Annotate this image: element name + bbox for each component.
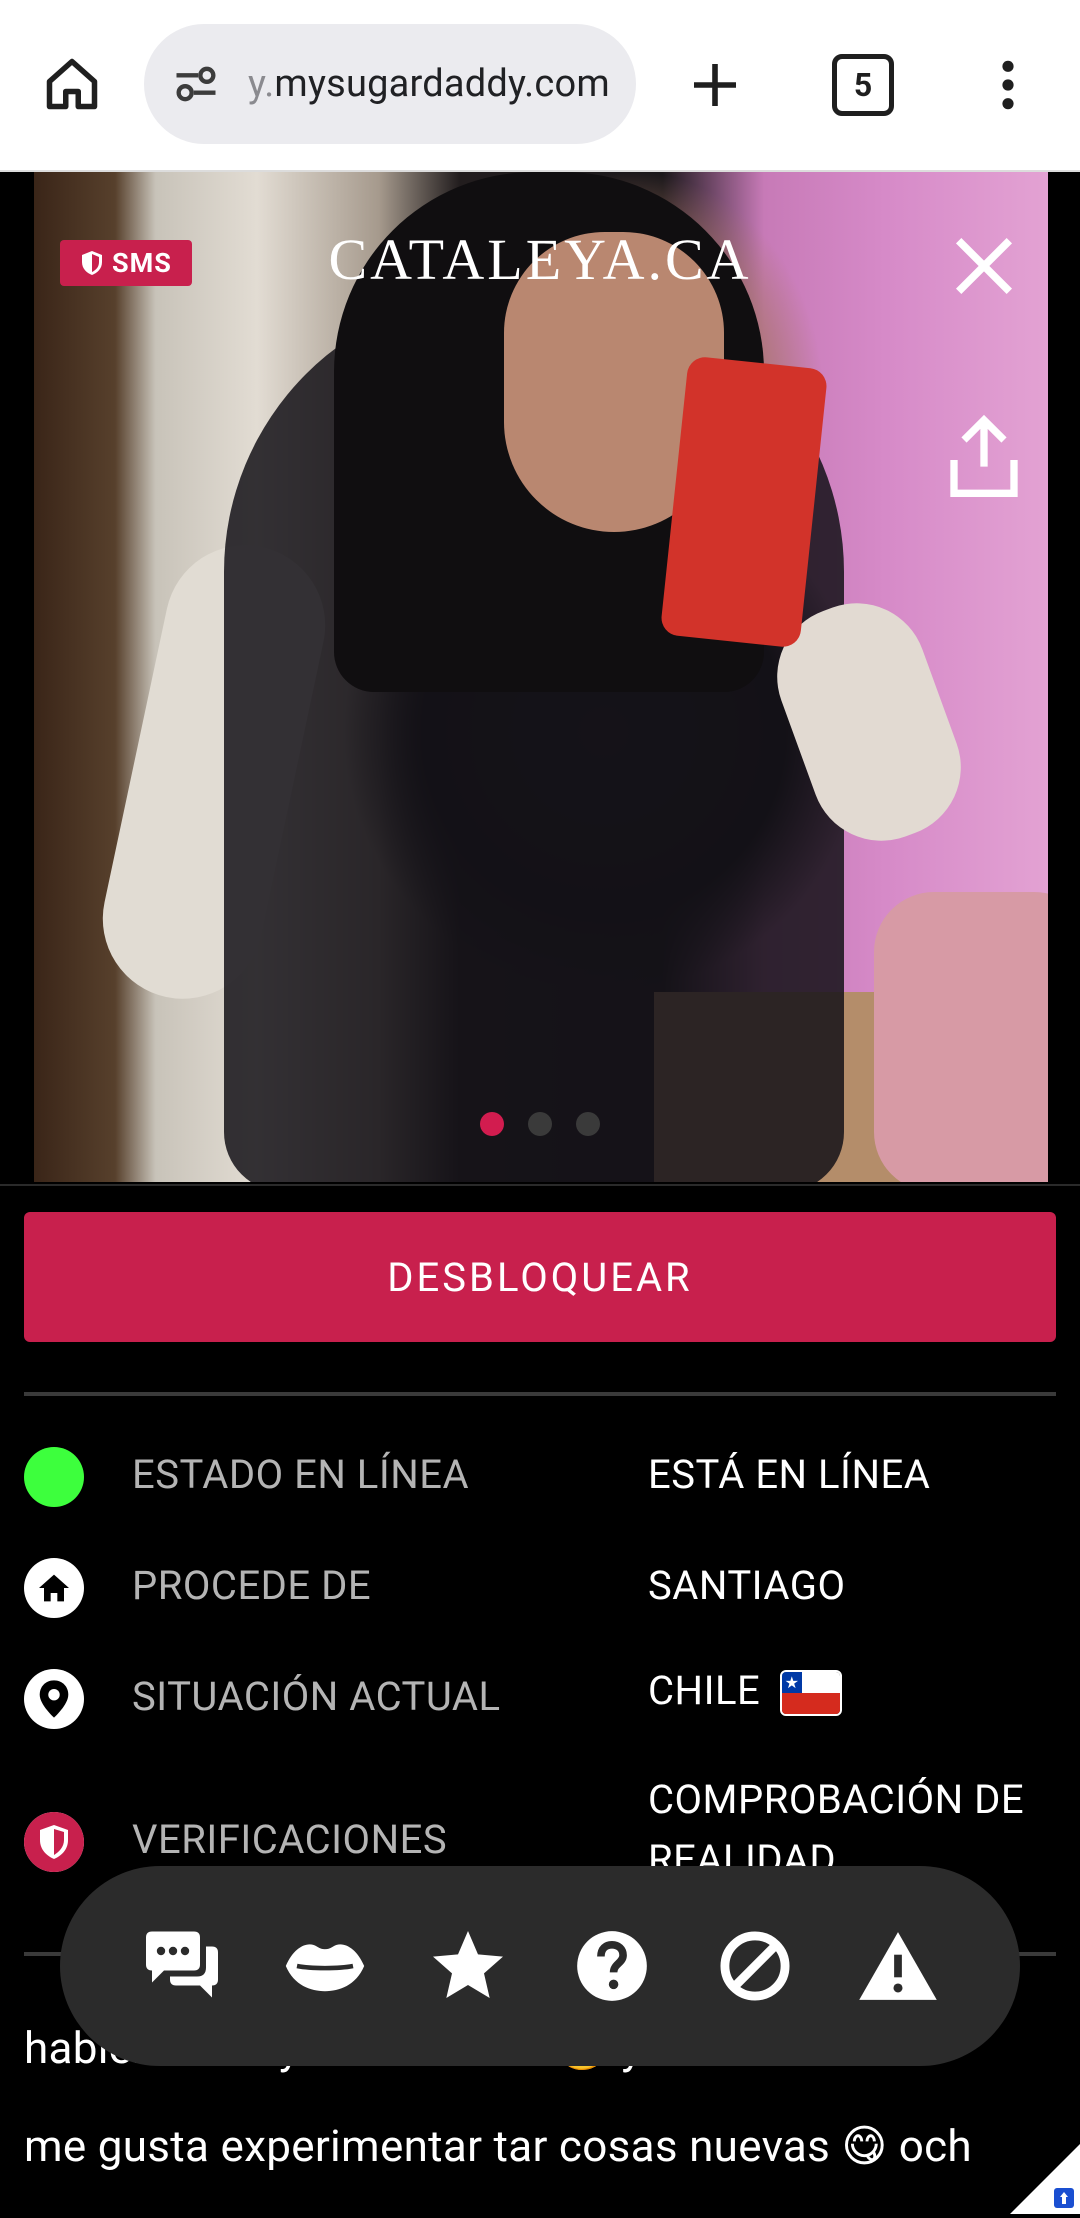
home-icon[interactable] bbox=[36, 44, 108, 124]
location-label: SITUACIÓN ACTUAL bbox=[132, 1673, 501, 1720]
info-row-location: SITUACIÓN ACTUAL CHILE ★ bbox=[0, 1659, 1080, 1739]
warning-icon[interactable] bbox=[856, 1924, 940, 2008]
pagination-dot-1[interactable] bbox=[480, 1112, 504, 1136]
pagination-dot-3[interactable] bbox=[576, 1112, 600, 1136]
corner-widget[interactable] bbox=[1010, 2144, 1080, 2214]
house-icon bbox=[24, 1558, 84, 1618]
photo-bed bbox=[874, 892, 1048, 1182]
status-label: ESTADO EN LÍNEA bbox=[132, 1451, 470, 1498]
chat-icon[interactable] bbox=[140, 1924, 224, 2008]
verifications-value-line1: COMPROBACIÓN DE bbox=[648, 1776, 1025, 1823]
profile-photo[interactable] bbox=[34, 172, 1048, 1182]
pagination-dot-2[interactable] bbox=[528, 1112, 552, 1136]
verification-shield-icon bbox=[24, 1812, 84, 1872]
photo-pagination bbox=[0, 1112, 1080, 1136]
verifications-label: VERIFICACIONES bbox=[132, 1816, 448, 1863]
profile-name: CATALEYA.CA bbox=[328, 227, 752, 292]
profile-action-bar bbox=[60, 1866, 1020, 2066]
location-pin-icon bbox=[24, 1669, 84, 1729]
photo-phone bbox=[659, 355, 829, 649]
more-menu-icon[interactable] bbox=[980, 50, 1036, 120]
address-bar[interactable]: y.mysugardaddy.com bbox=[144, 24, 636, 144]
new-tab-icon[interactable] bbox=[680, 50, 750, 120]
block-icon[interactable] bbox=[713, 1924, 797, 2008]
star-icon[interactable] bbox=[426, 1924, 510, 2008]
origin-label: PROCEDE DE bbox=[132, 1562, 372, 1609]
kiss-icon[interactable] bbox=[283, 1924, 367, 2008]
divider bbox=[0, 1184, 1080, 1186]
browser-toolbar: y.mysugardaddy.com 5 bbox=[0, 0, 1080, 172]
info-row-verifications: VERIFICACIONES COMPROBACIÓN DE REALIDAD bbox=[0, 1770, 1080, 1883]
info-row-origin: PROCEDE DE SANTIAGO bbox=[0, 1548, 1080, 1628]
divider bbox=[24, 1392, 1056, 1396]
site-settings-icon[interactable] bbox=[166, 54, 226, 114]
tab-switcher-button[interactable]: 5 bbox=[832, 54, 894, 116]
unlock-button[interactable]: DESBLOQUEAR bbox=[24, 1212, 1056, 1342]
question-icon[interactable] bbox=[570, 1924, 654, 2008]
url-text: y.mysugardaddy.com bbox=[248, 62, 610, 106]
tab-count: 5 bbox=[853, 66, 873, 104]
share-icon[interactable] bbox=[944, 410, 1024, 500]
info-row-status: ESTADO EN LÍNEA ESTÁ EN LÍNEA bbox=[0, 1437, 1080, 1517]
status-value: ESTÁ EN LÍNEA bbox=[648, 1451, 931, 1498]
bio-line-2: me gusta experimentar tar cosas nuevas 😋… bbox=[24, 2120, 972, 2172]
origin-value: SANTIAGO bbox=[648, 1562, 846, 1609]
location-value-text: CHILE bbox=[648, 1667, 761, 1714]
location-value: CHILE ★ bbox=[648, 1667, 843, 1717]
chile-flag-icon: ★ bbox=[780, 1670, 843, 1717]
online-status-icon bbox=[24, 1447, 84, 1507]
close-icon[interactable] bbox=[946, 228, 1022, 304]
